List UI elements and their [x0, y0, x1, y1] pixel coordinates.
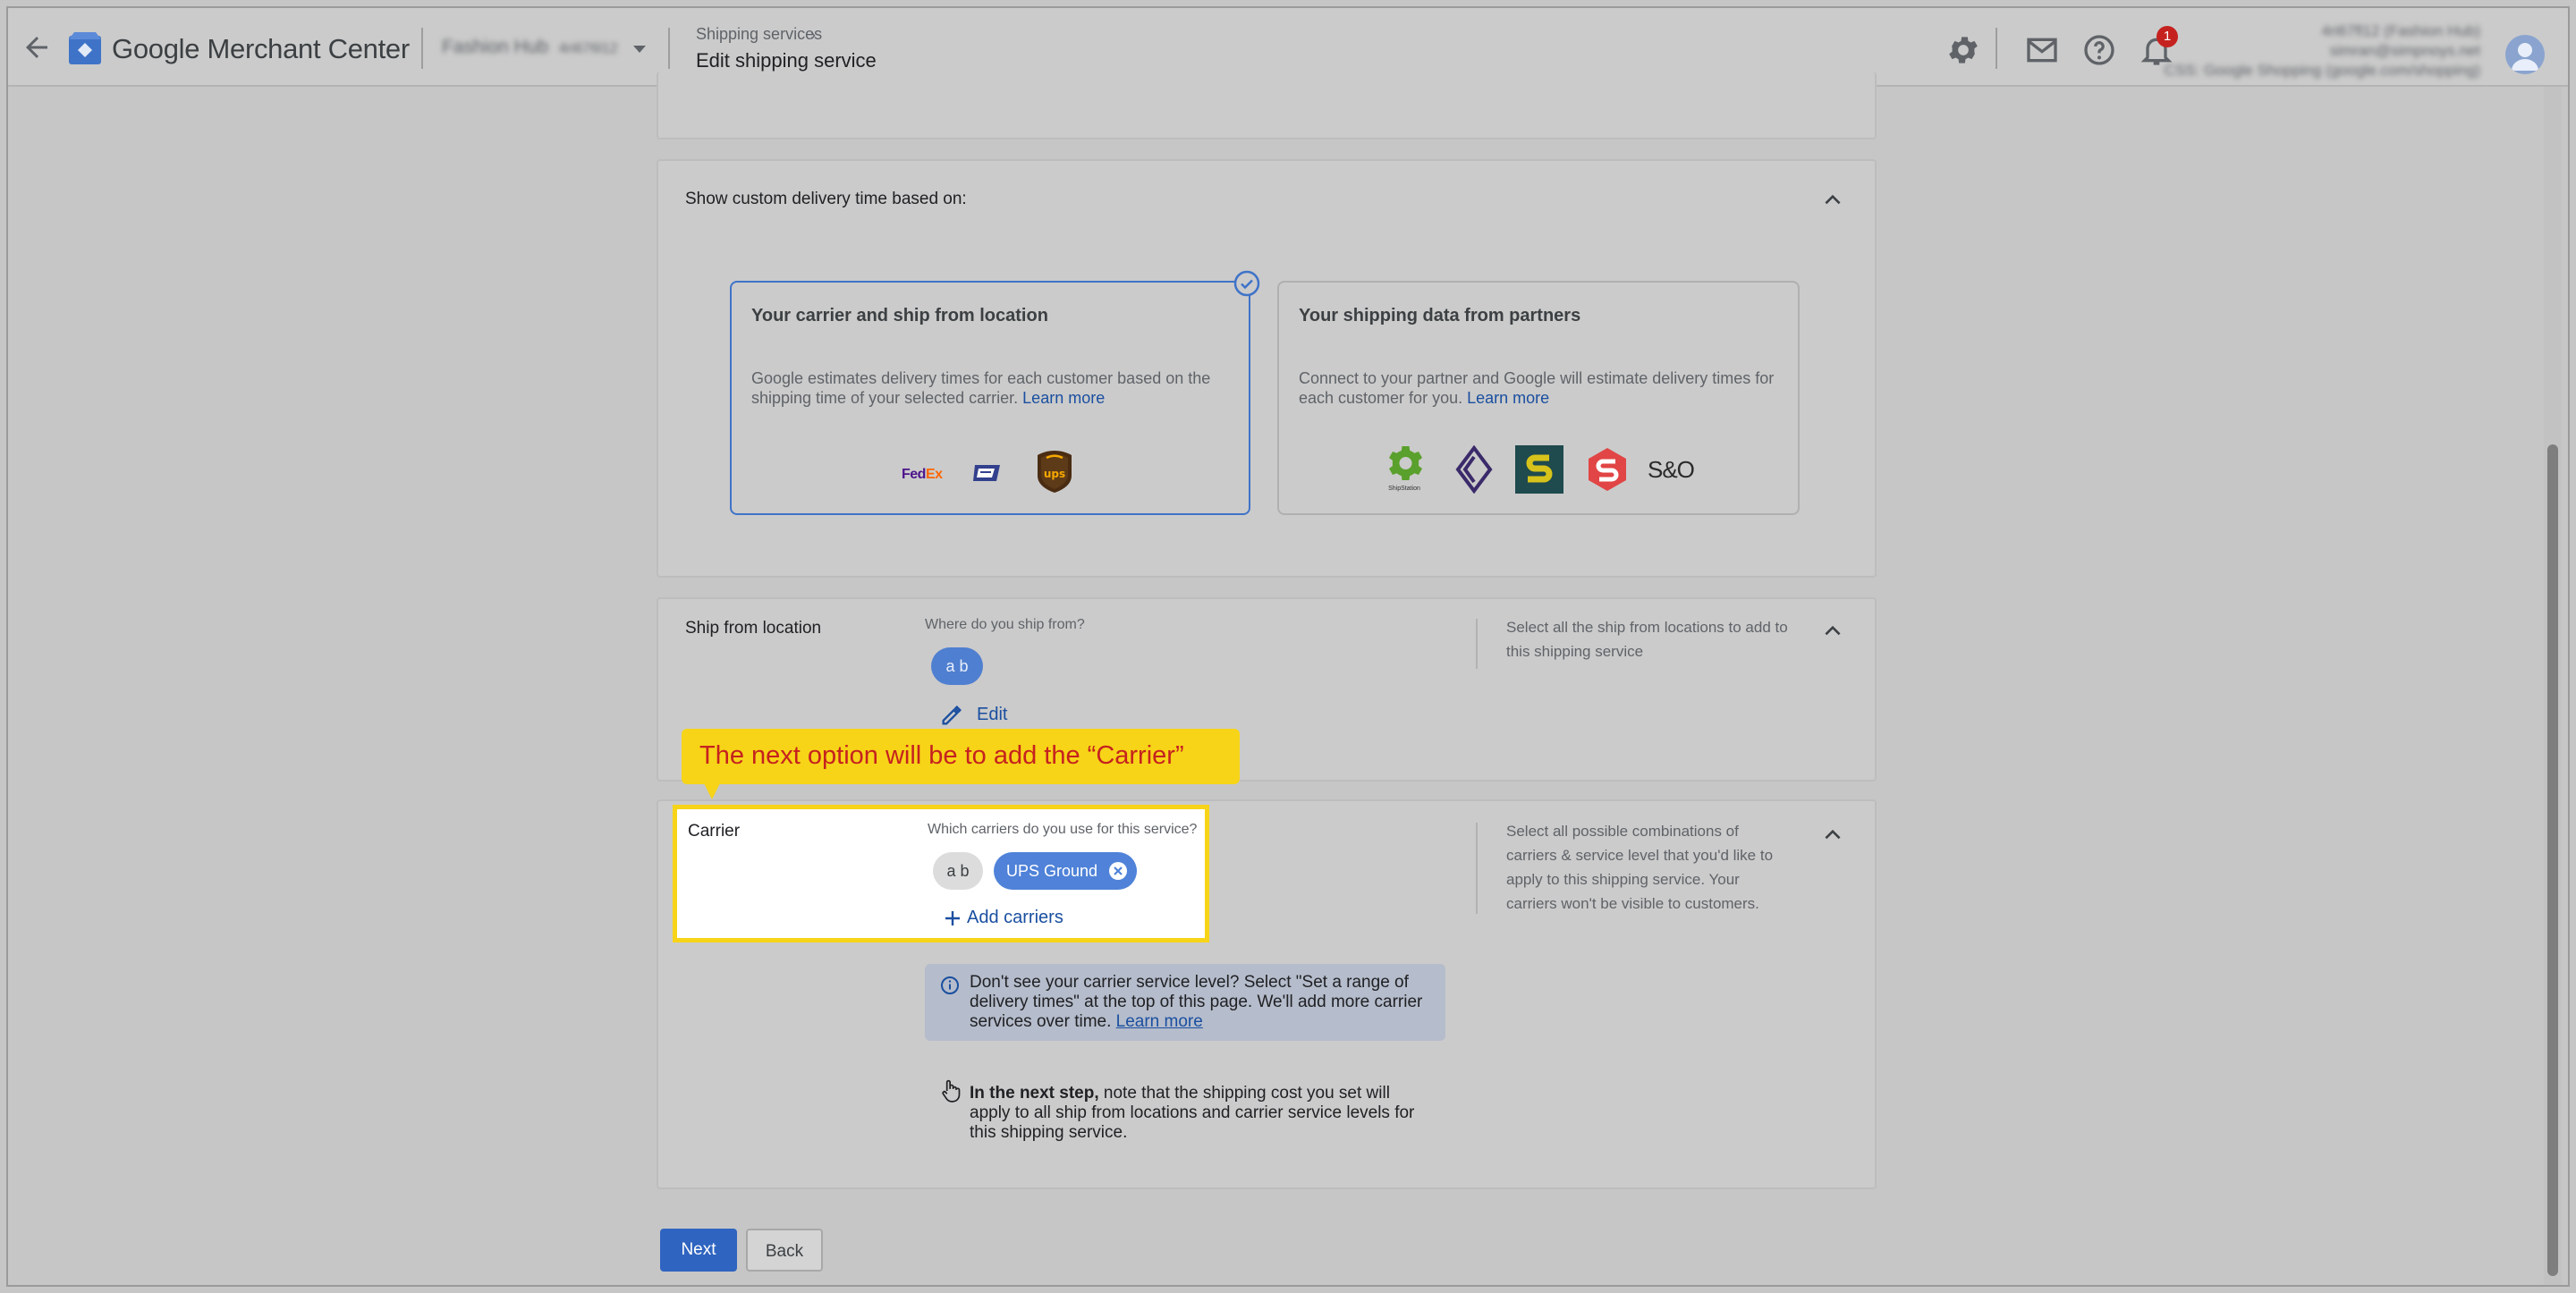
callout-text: The next option will be to add the “Carr…: [699, 741, 1184, 770]
chevron-up-icon[interactable]: [1821, 823, 1844, 846]
remove-chip-icon[interactable]: [1108, 861, 1128, 881]
option-description: Google estimates delivery times for each…: [751, 369, 1211, 407]
column-divider: [1476, 823, 1478, 914]
column-divider: [1476, 619, 1478, 669]
selected-check-icon: [1233, 270, 1260, 297]
chevron-down-icon[interactable]: [633, 46, 646, 53]
page-title: Edit shipping service: [696, 49, 877, 72]
person-icon: [2512, 43, 2538, 71]
help-text: Select all possible combinations of carr…: [1506, 823, 1774, 912]
next-button[interactable]: Next: [660, 1229, 737, 1272]
option-description: Connect to your partner and Google will …: [1299, 369, 1775, 407]
svg-text:ups: ups: [1044, 468, 1065, 480]
location-chip[interactable]: a b: [931, 647, 983, 685]
custom-delivery-card: Show custom delivery time based on: Your…: [657, 159, 1877, 578]
help-icon[interactable]: [2081, 32, 2117, 68]
usps-logo-icon: [973, 465, 1000, 481]
user-avatar[interactable]: [2505, 35, 2545, 74]
breadcrumb[interactable]: Shipping services: [696, 25, 822, 44]
previous-section-card: [657, 72, 1877, 139]
learn-more-link[interactable]: Learn more: [1022, 389, 1105, 407]
field-question: Which carriers do you use for this servi…: [928, 822, 1198, 837]
option-title: Your carrier and ship from location: [751, 306, 1048, 325]
back-arrow-icon[interactable]: [21, 31, 53, 63]
chevron-right-icon: ›: [810, 26, 816, 44]
brand-title: Google Merchant Center: [112, 33, 410, 64]
partner-diamond-logo-icon: [1455, 445, 1493, 494]
option-title: Your shipping data from partners: [1299, 306, 1581, 325]
user-account-info: 4ri67fl12 (Fashion Hub) simran@simpnoys.…: [2164, 22, 2480, 79]
merchant-center-logo-icon: [69, 32, 101, 64]
learn-more-link[interactable]: Learn more: [1467, 389, 1549, 407]
partner-data-option[interactable]: Your shipping data from partners Connect…: [1277, 281, 1800, 515]
fedex-logo: FedEx: [902, 467, 943, 482]
chevron-up-icon[interactable]: [1821, 188, 1844, 211]
page-scrollbar[interactable]: [2544, 87, 2562, 1285]
carrier-chip[interactable]: UPS Ground: [994, 852, 1137, 890]
carrier-highlight-box: Carrier Which carriers do you use for th…: [673, 805, 1209, 942]
section-title: Ship from location: [685, 619, 822, 638]
ups-logo-icon: ups: [1038, 451, 1072, 493]
info-icon: [941, 976, 959, 994]
carrier-info-banner: Don't see your carrier service level? Se…: [925, 964, 1445, 1041]
carrier-location-option[interactable]: Your carrier and ship from location Goog…: [730, 281, 1250, 515]
settings-gear-icon[interactable]: [1945, 32, 1981, 68]
chevron-up-icon[interactable]: [1821, 619, 1844, 642]
callout-pointer: [703, 782, 721, 799]
partner-s-logo-icon: [1515, 445, 1563, 494]
shipstation-gear-icon: [1389, 446, 1422, 480]
shipstation-logo: ShipStation: [1379, 444, 1429, 492]
header-divider: [1996, 28, 1997, 69]
tutorial-callout: The next option will be to add the “Carr…: [682, 729, 1240, 784]
back-button[interactable]: Back: [746, 1229, 823, 1272]
info-text: Don't see your carrier service level? Se…: [970, 973, 1423, 1031]
add-carriers-button[interactable]: Add carriers: [967, 908, 1063, 928]
section-title: Show custom delivery time based on:: [685, 190, 967, 208]
header-divider: [421, 28, 423, 69]
carrier-section-title: Carrier: [688, 822, 741, 841]
hand-pointer-icon: [942, 1079, 961, 1103]
add-icon[interactable]: [942, 908, 963, 929]
help-text: Select all the ship from locations to ad…: [1506, 619, 1788, 660]
partner-hexagon-logo-icon: [1589, 448, 1626, 491]
so-logo: S&O: [1648, 456, 1695, 483]
account-switcher[interactable]: Fashion Hub 4ri676l12: [442, 37, 618, 58]
edit-link[interactable]: Edit: [977, 705, 1007, 725]
learn-more-link[interactable]: Learn more: [1116, 1012, 1203, 1031]
header-divider: [668, 28, 670, 69]
location-chip[interactable]: a b: [933, 852, 983, 890]
edit-pencil-icon[interactable]: [939, 703, 964, 728]
shipstation-label: ShipStation: [1388, 486, 1420, 492]
mail-icon[interactable]: [2024, 32, 2060, 68]
scrollbar-thumb[interactable]: [2547, 444, 2558, 1276]
next-step-note: In the next step, note that the shipping…: [970, 1084, 1415, 1142]
field-question: Where do you ship from?: [925, 617, 1085, 632]
